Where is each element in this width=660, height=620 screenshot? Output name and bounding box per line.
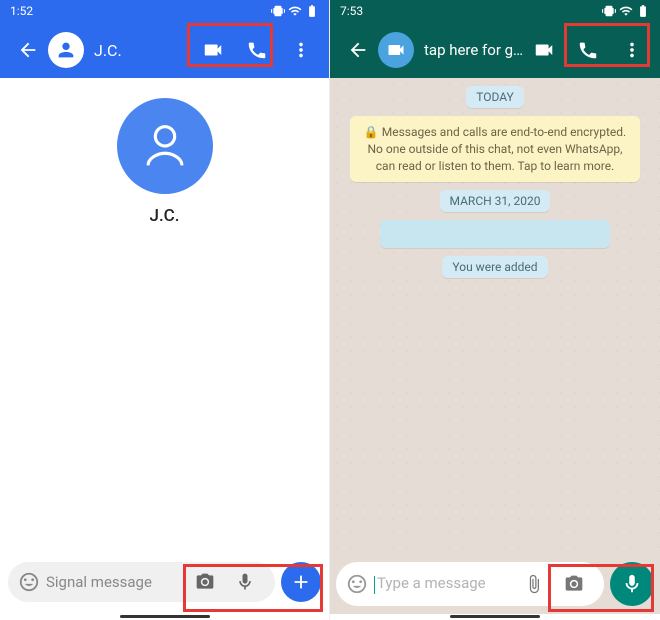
lock-icon: 🔒 — [364, 125, 379, 139]
emoji-icon[interactable] — [18, 571, 40, 593]
whatsapp-screen: 7:53 tap here for group info — [330, 0, 660, 620]
more-menu-button[interactable] — [612, 30, 652, 70]
text-cursor — [374, 576, 375, 594]
video-call-button[interactable] — [193, 30, 233, 70]
system-chip-added: You were added — [442, 256, 547, 278]
video-icon — [386, 40, 406, 60]
status-bar: 1:52 — [0, 0, 329, 22]
avatar-large[interactable] — [117, 98, 213, 194]
attach-button[interactable] — [281, 562, 321, 602]
nav-bar — [330, 614, 660, 620]
camera-button[interactable] — [185, 562, 225, 602]
phone-icon — [246, 39, 268, 61]
more-vert-icon — [621, 39, 643, 61]
message-input[interactable]: Type a message — [336, 562, 604, 606]
video-call-button[interactable] — [524, 30, 564, 70]
back-button[interactable] — [338, 30, 378, 70]
wifi-icon — [619, 4, 633, 18]
phone-icon — [577, 39, 599, 61]
camera-icon — [195, 572, 215, 592]
plus-icon — [290, 571, 312, 593]
more-menu-button[interactable] — [281, 30, 321, 70]
vibrate-icon — [271, 4, 285, 18]
attach-button[interactable] — [514, 564, 554, 604]
chat-body: J.C. — [0, 78, 329, 558]
input-bar: Type a message — [330, 558, 660, 614]
mic-send-button[interactable] — [610, 562, 654, 606]
arrow-left-icon — [347, 39, 369, 61]
battery-icon — [636, 4, 650, 18]
mic-icon — [235, 572, 255, 592]
input-bar: Signal message — [0, 558, 329, 614]
message-placeholder: Signal message — [46, 573, 185, 591]
encryption-banner[interactable]: 🔒Messages and calls are end-to-end encry… — [350, 116, 640, 182]
wifi-icon — [288, 4, 302, 18]
battery-icon — [305, 4, 319, 18]
signal-screen: 1:52 J.C. — [0, 0, 330, 620]
status-bar: 7:53 — [330, 0, 660, 22]
video-icon — [202, 39, 224, 61]
vibrate-icon — [602, 4, 616, 18]
contact-name: J.C. — [150, 206, 180, 226]
camera-icon — [564, 574, 584, 594]
system-bubble — [380, 220, 610, 248]
date-chip-today: TODAY — [466, 86, 524, 108]
status-icons — [271, 4, 319, 18]
chat-body: TODAY 🔒Messages and calls are end-to-end… — [330, 78, 660, 558]
status-time: 7:53 — [340, 4, 363, 18]
camera-button[interactable] — [554, 564, 594, 604]
voice-call-button[interactable] — [237, 30, 277, 70]
message-input[interactable]: Signal message — [8, 562, 275, 602]
mic-icon — [621, 573, 643, 595]
date-chip: MARCH 31, 2020 — [440, 190, 551, 212]
video-icon — [533, 39, 555, 61]
avatar-small[interactable] — [48, 32, 84, 68]
chat-title[interactable]: J.C. — [94, 41, 193, 60]
status-time: 1:52 — [10, 4, 33, 18]
app-bar: tap here for group info — [330, 22, 660, 78]
mic-button[interactable] — [225, 562, 265, 602]
chat-subtitle[interactable]: tap here for group info — [424, 41, 524, 59]
person-outline-icon — [136, 117, 194, 175]
attachment-icon — [524, 574, 544, 594]
message-placeholder: Type a message — [374, 574, 514, 593]
person-icon — [55, 39, 77, 61]
nav-bar — [0, 614, 329, 620]
app-bar: J.C. — [0, 22, 329, 78]
back-button[interactable] — [8, 30, 48, 70]
emoji-icon[interactable] — [346, 573, 368, 595]
more-vert-icon — [290, 39, 312, 61]
status-icons — [602, 4, 650, 18]
arrow-left-icon — [17, 39, 39, 61]
voice-call-button[interactable] — [568, 30, 608, 70]
group-avatar[interactable] — [378, 32, 414, 68]
